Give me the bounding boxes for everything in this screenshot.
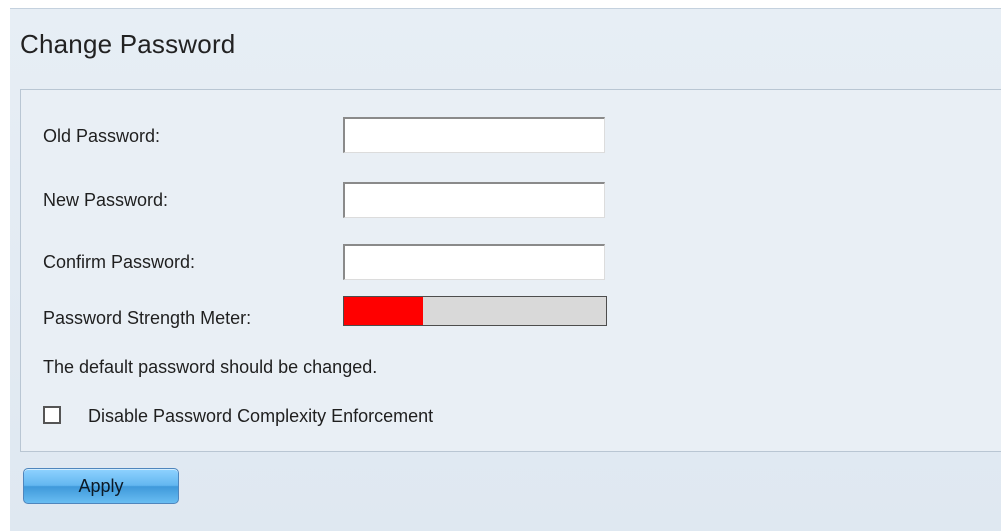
- change-password-page: Change Password Old Password: New Passwo…: [10, 8, 1001, 531]
- password-strength-label: Password Strength Meter:: [43, 308, 252, 328]
- new-password-label: New Password:: [43, 190, 169, 210]
- password-strength-meter: [343, 296, 607, 326]
- confirm-password-field[interactable]: [343, 244, 605, 280]
- default-password-notice: The default password should be changed.: [43, 357, 378, 377]
- change-password-form: Old Password: New Password: Confirm Pass…: [20, 89, 1001, 452]
- disable-complexity-checkbox[interactable]: [43, 406, 61, 424]
- old-password-field[interactable]: [343, 117, 605, 153]
- new-password-field[interactable]: [343, 182, 605, 218]
- old-password-label: Old Password:: [43, 126, 161, 146]
- confirm-password-label: Confirm Password:: [43, 252, 196, 272]
- page-title: Change Password: [20, 29, 236, 59]
- apply-button[interactable]: Apply: [23, 468, 179, 504]
- password-strength-fill: [344, 297, 423, 325]
- disable-complexity-label: Disable Password Complexity Enforcement: [88, 406, 434, 426]
